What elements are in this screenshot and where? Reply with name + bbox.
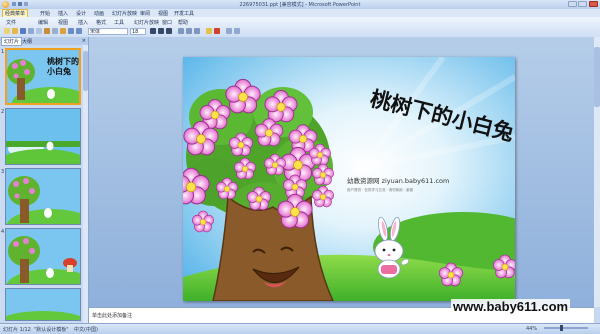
bold-icon[interactable] [150, 28, 156, 34]
toolbars: 文件 编辑 视图 插入 格式 工具 幻灯片放映 窗口 帮助 宋体 18 [0, 17, 600, 38]
slide-counter: 幻灯片 1/12 [3, 327, 31, 333]
menu-tools[interactable]: 工具 [114, 19, 124, 26]
thumbnail-3-image [6, 169, 80, 224]
tab-home[interactable]: 开始 [40, 10, 50, 17]
language-indicator[interactable]: 中文(中国) [74, 326, 98, 333]
slide-editing-area: 桃树下的小白兔 幼教资源网 ziyuan.baby611.com 用户提供 · … [89, 37, 600, 307]
panel-tabs: 幻灯片 大纲 × [0, 37, 88, 46]
zoom-slider-thumb[interactable] [560, 325, 563, 331]
redo-icon[interactable] [76, 28, 82, 34]
paste-icon[interactable] [60, 28, 66, 34]
site-caption-small: 用户提供 · 仅供学习交流 · 请勿商用 · 谢谢 [347, 187, 414, 192]
title-bar: 226975031.ppt [兼容模式] - Microsoft PowerPo… [0, 0, 600, 9]
thumbnail-2-image [6, 109, 80, 164]
menu-view[interactable]: 视图 [58, 19, 68, 26]
office-button-icon[interactable] [2, 1, 9, 8]
save-icon[interactable] [20, 28, 26, 34]
preview-icon[interactable] [36, 28, 42, 34]
close-button[interactable] [589, 1, 598, 7]
align-right-icon[interactable] [194, 28, 200, 34]
status-bar: 幻灯片 1/12 "默认设计模板" 中文(中国) 44% [0, 323, 600, 334]
tab-design[interactable]: 设计 [76, 10, 86, 17]
slide-number: 1 [1, 49, 5, 55]
theme-name: "默认设计模板" [34, 327, 69, 333]
close-panel-icon[interactable]: × [82, 38, 86, 44]
design-icon[interactable] [226, 28, 232, 34]
menu-file[interactable]: 文件 [6, 19, 16, 26]
print-icon[interactable] [28, 28, 34, 34]
undo-icon[interactable] [18, 2, 22, 6]
font-color-icon[interactable] [214, 28, 220, 34]
italic-icon[interactable] [158, 28, 164, 34]
notes-placeholder: 单击此处添加备注 [92, 313, 133, 319]
font-size-select[interactable]: 18 [130, 28, 146, 35]
scrollbar-thumb[interactable] [594, 47, 600, 107]
toolbar-row-format: 宋体 18 [2, 27, 598, 36]
slide-thumbnail-3[interactable] [5, 168, 81, 225]
save-icon[interactable] [12, 2, 16, 6]
new-icon[interactable] [4, 28, 10, 34]
fill-color-icon[interactable] [206, 28, 212, 34]
current-slide[interactable]: 桃树下的小白兔 幼教资源网 ziyuan.baby611.com 用户提供 · … [183, 57, 515, 301]
slide-thumbnail-4[interactable] [5, 228, 81, 285]
thumbnail-1-image: 桃树下的 小白兔 [7, 50, 79, 103]
panel-scrollbar[interactable] [83, 45, 88, 323]
align-center-icon[interactable] [186, 28, 192, 34]
maximize-button[interactable] [578, 1, 587, 7]
svg-text:桃树下的: 桃树下的 [47, 56, 79, 66]
minimize-button[interactable] [568, 1, 577, 7]
menu-edit[interactable]: 编辑 [38, 19, 48, 26]
cut-icon[interactable] [44, 28, 50, 34]
underline-icon[interactable] [166, 28, 172, 34]
menu-help[interactable]: 帮助 [178, 19, 188, 26]
zoom-level[interactable]: 44% [526, 326, 537, 332]
tab-review[interactable]: 审阅 [140, 10, 150, 17]
tab-view[interactable]: 视图 [158, 10, 168, 17]
menu-window[interactable]: 窗口 [162, 19, 172, 26]
slide-canvas: 桃树下的小白兔 幼教资源网 ziyuan.baby611.com 用户提供 · … [183, 57, 515, 301]
slide-thumbnail-2[interactable] [5, 108, 81, 165]
tab-animation[interactable]: 动画 [94, 10, 104, 17]
font-family-select[interactable]: 宋体 [88, 28, 128, 35]
slide-number: 3 [1, 169, 5, 175]
align-left-icon[interactable] [178, 28, 184, 34]
toolbar-row-menu: 文件 编辑 视图 插入 格式 工具 幻灯片放映 窗口 帮助 [2, 18, 598, 27]
site-caption: 幼教资源网 ziyuan.baby611.com [347, 176, 449, 185]
tab-slideshow[interactable]: 幻灯片放映 [112, 10, 137, 17]
menu-insert[interactable]: 插入 [78, 19, 88, 26]
new-slide-icon[interactable] [234, 28, 240, 34]
slides-panel: 幻灯片 大纲 × 1 桃树下的 小白兔 2 3 4 [0, 37, 89, 323]
thumbnail-5-image [6, 289, 80, 320]
tab-outline[interactable]: 大纲 [22, 38, 32, 45]
redo-icon[interactable] [24, 2, 28, 6]
undo-icon[interactable] [68, 28, 74, 34]
slide-number: 4 [1, 229, 5, 235]
zoom-slider[interactable] [544, 327, 588, 329]
slide-scrollbar[interactable] [594, 37, 600, 307]
menu-slideshow[interactable]: 幻灯片放映 [134, 19, 159, 26]
window-title: 226975031.ppt [兼容模式] - Microsoft PowerPo… [239, 2, 361, 8]
copy-icon[interactable] [52, 28, 58, 34]
scrollbar-thumb[interactable] [83, 51, 88, 91]
tab-developer[interactable]: 开发工具 [174, 10, 194, 17]
watermark: www.baby611.com [451, 299, 571, 314]
tab-slides[interactable]: 幻灯片 [1, 37, 23, 46]
tab-insert[interactable]: 插入 [58, 10, 68, 17]
menu-format[interactable]: 格式 [96, 19, 106, 26]
slide-thumbnail-5[interactable] [5, 288, 81, 321]
slide-thumbnail-1[interactable]: 桃树下的 小白兔 [5, 48, 81, 105]
open-icon[interactable] [12, 28, 18, 34]
slide-number: 2 [1, 109, 5, 115]
thumbnail-4-image [6, 229, 80, 284]
svg-text:小白兔: 小白兔 [46, 66, 71, 76]
